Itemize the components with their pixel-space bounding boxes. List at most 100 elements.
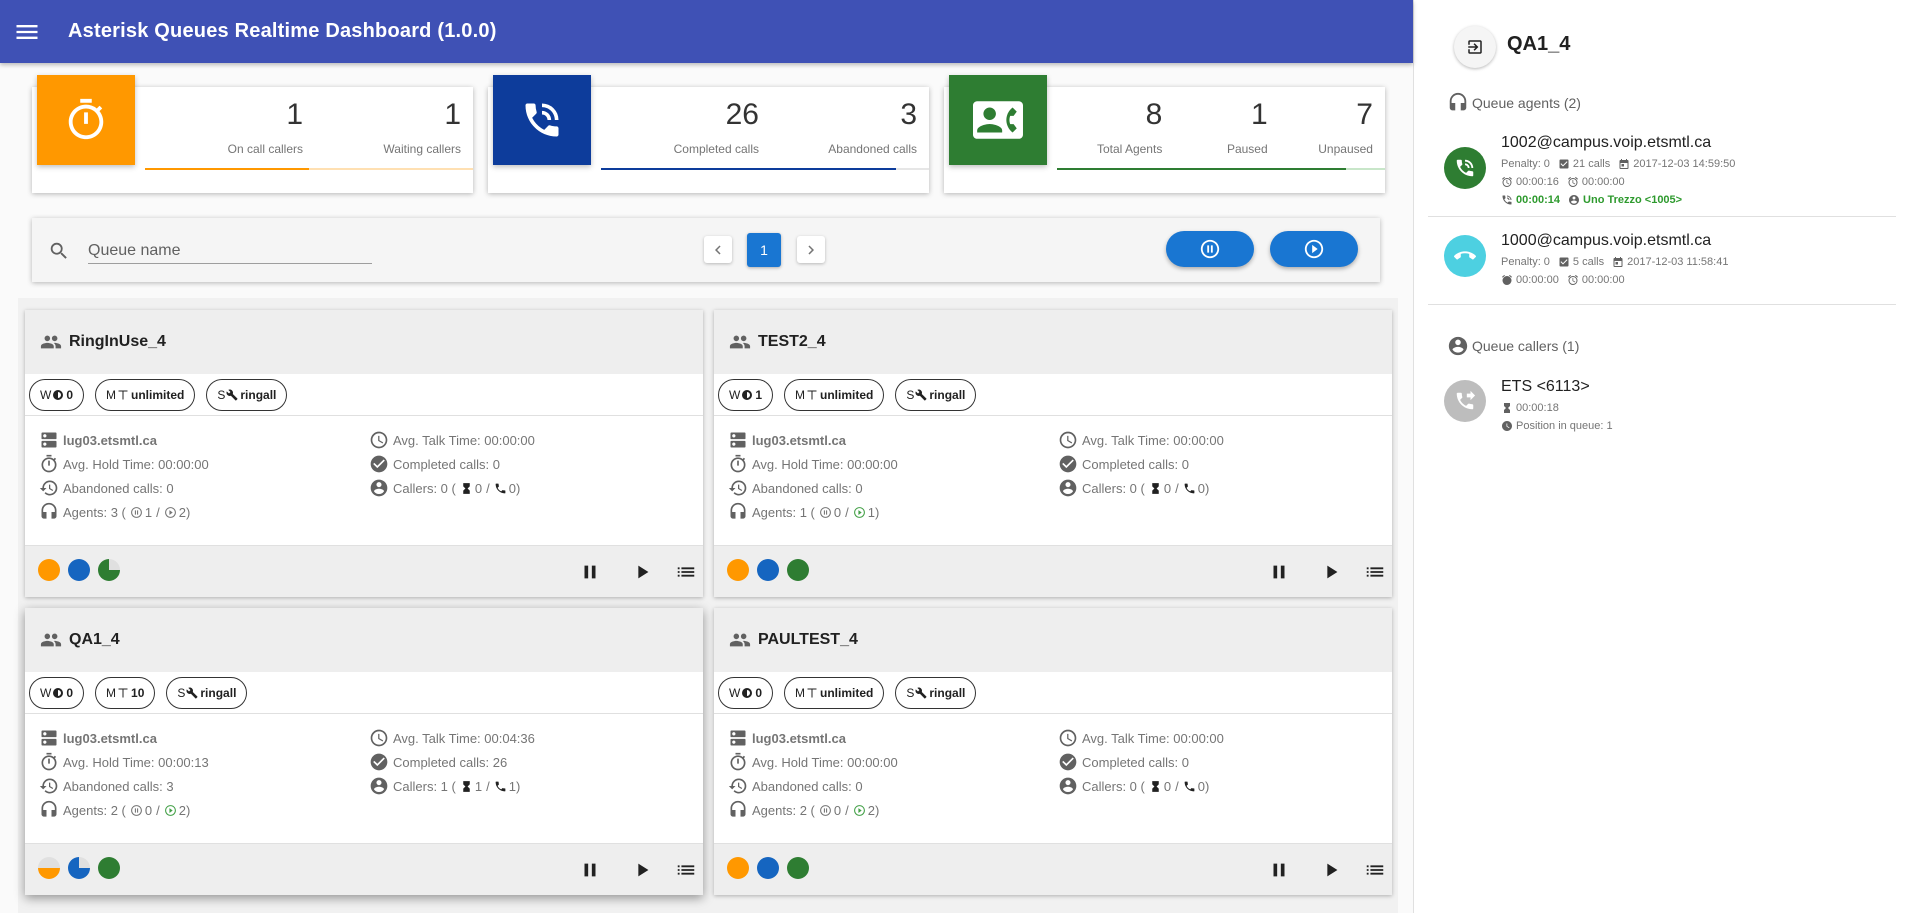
agents-prefix: Agents: 1 ( bbox=[752, 504, 815, 520]
strategy-chip-key: S bbox=[177, 685, 186, 700]
queue-card-header: QA1_4 bbox=[25, 608, 703, 672]
headset-icon bbox=[728, 502, 748, 522]
weight-chip[interactable]: W0 bbox=[29, 676, 85, 709]
pause-queue-button[interactable] bbox=[578, 858, 602, 882]
close-paren: ) bbox=[1204, 480, 1210, 496]
close-paren: ) bbox=[515, 778, 521, 794]
phone-icon bbox=[1183, 780, 1196, 793]
queue-details-button[interactable] bbox=[674, 858, 698, 882]
account-circle-icon bbox=[1058, 776, 1078, 796]
pause-all-button[interactable] bbox=[1166, 231, 1254, 267]
resume-queue-button[interactable] bbox=[630, 858, 654, 882]
queue-card[interactable]: RingInUse_4 W 0 Munlimited Sringall lug03.ets… bbox=[25, 310, 703, 597]
avg-talk-time-text: Avg. Talk Time: 00:04:36 bbox=[393, 730, 535, 746]
group-icon bbox=[729, 331, 751, 353]
stat-value: 1 bbox=[444, 98, 461, 131]
queue-server: lug03.etsmtl.ca bbox=[39, 430, 157, 450]
resume-queue-button[interactable] bbox=[1319, 560, 1343, 584]
resume-all-button[interactable] bbox=[1270, 231, 1358, 267]
divider bbox=[1428, 216, 1896, 217]
agents-prefix: Agents: 2 ( bbox=[63, 802, 126, 818]
avg-hold-time: Avg. Hold Time: 00:00:00 bbox=[728, 454, 898, 474]
strategy-chip[interactable]: Sringall bbox=[895, 378, 977, 411]
strategy-chip[interactable]: Sringall bbox=[166, 676, 248, 709]
queue-details-button[interactable] bbox=[674, 560, 698, 584]
stat-label: Paused bbox=[1226, 142, 1268, 156]
list-icon bbox=[675, 561, 697, 583]
weight-chip-key: W bbox=[40, 387, 52, 402]
prev-page-button[interactable] bbox=[704, 236, 732, 263]
callers-on-call: 0 bbox=[1197, 778, 1205, 794]
dns-icon bbox=[728, 728, 748, 748]
agents-summary: Agents: 1 (0/ 1) bbox=[728, 502, 879, 522]
pause-icon bbox=[579, 859, 601, 881]
clock-icon bbox=[1502, 421, 1512, 431]
agents-indicator bbox=[98, 857, 120, 879]
stat-card-calls: 26 Completed calls 3 Abandoned calls bbox=[488, 75, 929, 193]
clock-icon bbox=[1058, 728, 1078, 748]
weight-chip[interactable]: W0 bbox=[718, 676, 774, 709]
completed-calls-text: Completed calls: 0 bbox=[393, 456, 500, 472]
queue-callers-label: Queue callers (1) bbox=[1472, 338, 1580, 354]
stat-waiting-callers: 1 Waiting callers bbox=[303, 87, 461, 169]
weight-icon bbox=[52, 389, 64, 401]
stat-label: Abandoned calls bbox=[828, 142, 917, 156]
current-page-button[interactable]: 1 bbox=[747, 233, 781, 267]
pause-queue-button[interactable] bbox=[578, 560, 602, 584]
abandoned-calls: Abandoned calls: 0 bbox=[728, 776, 863, 796]
calendar-icon bbox=[1613, 257, 1623, 267]
play-circle-icon bbox=[853, 506, 866, 519]
history-icon bbox=[728, 776, 748, 796]
clock-icon bbox=[369, 430, 389, 450]
close-paren: ) bbox=[1204, 778, 1210, 794]
strategy-chip[interactable]: Sringall bbox=[895, 676, 977, 709]
max-callers-chip-key: M bbox=[106, 387, 117, 402]
stat-completed-calls: 26 Completed calls bbox=[601, 87, 759, 169]
max-callers-chip[interactable]: M 10 bbox=[95, 676, 156, 709]
queue-details-button[interactable] bbox=[1363, 560, 1387, 584]
headset-icon bbox=[39, 800, 59, 820]
callers-indicator bbox=[38, 559, 60, 581]
pause-icon bbox=[1268, 561, 1290, 583]
agent-call-with: Uno Trezzo <1005> bbox=[1583, 194, 1683, 206]
queue-details-button[interactable] bbox=[1363, 858, 1387, 882]
account-circle-icon bbox=[369, 776, 389, 796]
close-drawer-button[interactable] bbox=[1454, 26, 1496, 68]
resume-queue-button[interactable] bbox=[1319, 858, 1343, 882]
resume-queue-button[interactable] bbox=[630, 560, 654, 584]
pause-queue-button[interactable] bbox=[1267, 858, 1291, 882]
queue-card[interactable]: TEST2_4 W 1 Munlimited Sringall lug03.etsmtl.… bbox=[714, 310, 1392, 597]
max-callers-chip[interactable]: Munlimited bbox=[784, 676, 885, 709]
abandoned-calls-text: Abandoned calls: 0 bbox=[752, 480, 863, 496]
divider-slash: / bbox=[486, 480, 490, 496]
check-box-icon bbox=[1559, 257, 1569, 267]
stat-label: Total Agents bbox=[1096, 142, 1163, 156]
queue-name-search-input[interactable] bbox=[88, 238, 372, 264]
menu-icon[interactable] bbox=[13, 18, 41, 46]
play-icon bbox=[631, 561, 653, 583]
max-icon bbox=[117, 687, 129, 699]
pause-icon bbox=[579, 561, 601, 583]
weight-chip[interactable]: W1 bbox=[718, 378, 774, 411]
phone-icon bbox=[1183, 482, 1196, 495]
queue-card[interactable]: QA1_4 W 0 M 10 Sringall lug03.etsmtl.ca Avg. Ho… bbox=[25, 608, 703, 895]
pause-circle-icon bbox=[819, 804, 832, 817]
dns-icon bbox=[39, 728, 59, 748]
pause-circle-icon bbox=[819, 506, 832, 519]
queue-name: QA1_4 bbox=[69, 631, 120, 648]
queue-card[interactable]: PAULTEST_4 W 0 Munlimited Sringall lug03.etsm… bbox=[714, 608, 1392, 895]
max-callers-chip-key: M bbox=[795, 685, 806, 700]
stat-value: 1 bbox=[1250, 98, 1268, 131]
hourglass-icon bbox=[1149, 482, 1162, 495]
max-callers-chip[interactable]: Munlimited bbox=[784, 378, 885, 411]
callers-summary: Callers: 0 (0/0) bbox=[1058, 478, 1209, 498]
agent-current-call: 00:00:14 Uno Trezzo <1005> bbox=[1501, 194, 1682, 206]
strategy-chip[interactable]: Sringall bbox=[206, 378, 288, 411]
max-callers-chip-value: unlimited bbox=[131, 387, 185, 402]
dns-icon bbox=[728, 430, 748, 450]
next-page-button[interactable] bbox=[797, 236, 825, 263]
pause-queue-button[interactable] bbox=[1267, 560, 1291, 584]
weight-chip[interactable]: W0 bbox=[29, 378, 85, 411]
max-callers-chip[interactable]: Munlimited bbox=[95, 378, 196, 411]
stat-progress-bar bbox=[601, 168, 929, 170]
